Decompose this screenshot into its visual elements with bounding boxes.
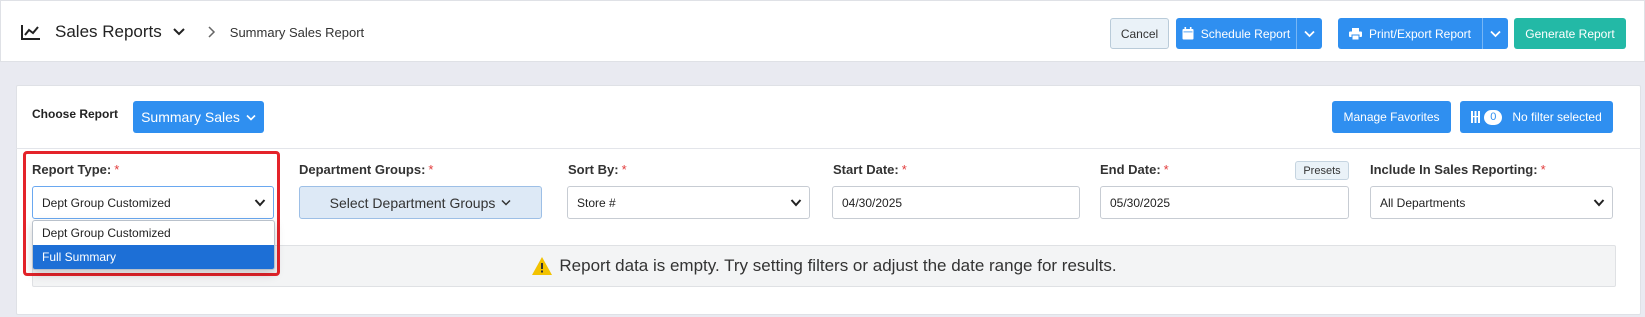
print-export-label: Print/Export Report [1368,26,1472,41]
chevron-down-icon [1593,199,1605,207]
end-date-value: 05/30/2025 [1110,195,1171,210]
filter-count-badge: 0 [1484,109,1503,125]
chevron-down-icon [501,199,511,206]
choose-report-value: Summary Sales [141,109,240,125]
calendar-icon [1182,27,1194,40]
app-title[interactable]: Sales Reports [55,22,162,42]
include-in-sales-value: All Departments [1380,195,1466,210]
schedule-report-label: Schedule Report [1200,26,1291,41]
filter-icon [1471,111,1481,123]
chart-line-icon [21,25,40,40]
breadcrumb-current: Summary Sales Report [229,24,365,40]
empty-report-text: Report data is empty. Try setting filter… [559,256,1117,275]
report-type-dropdown-list: Dept Group Customized Full Summary [32,220,275,270]
schedule-report-button[interactable]: Schedule Report [1176,18,1296,49]
schedule-report-caret[interactable] [1296,18,1322,49]
filter-button[interactable]: 0 No filter selected [1460,101,1613,133]
schedule-report-split-button: Schedule Report [1176,18,1322,49]
filter-status-label: No filter selected [1512,110,1602,124]
generate-report-button[interactable]: Generate Report [1514,18,1626,49]
end-date-input[interactable]: 05/30/2025 [1100,186,1349,219]
department-groups-select[interactable]: Select Department Groups [299,186,542,219]
breadcrumb: Sales Reports Summary Sales Report [21,1,364,63]
dropdown-option-dept-group-customized[interactable]: Dept Group Customized [33,221,274,245]
start-date-label: Start Date: * [833,162,907,177]
chevron-down-icon[interactable] [172,27,186,37]
start-date-value: 04/30/2025 [842,195,903,210]
print-export-split-button: Print/Export Report [1338,18,1508,49]
printer-icon [1348,27,1362,40]
chevron-down-icon [246,114,256,121]
presets-button[interactable]: Presets [1295,161,1349,180]
print-export-button[interactable]: Print/Export Report [1338,18,1482,49]
warning-icon [532,257,553,275]
sort-by-label: Sort By: * [568,162,627,177]
chevron-right-icon [208,26,215,38]
cancel-button[interactable]: Cancel [1110,18,1169,49]
choose-report-dropdown[interactable]: Summary Sales [133,101,264,133]
sort-by-select[interactable]: Store # [567,186,810,219]
end-date-label: End Date: * [1100,162,1169,177]
sort-by-value: Store # [577,195,616,210]
include-in-sales-label: Include In Sales Reporting: * [1370,162,1546,177]
chevron-down-icon [1304,30,1315,37]
manage-favorites-button[interactable]: Manage Favorites [1332,101,1451,133]
chevron-down-icon [790,199,802,207]
print-export-caret[interactable] [1482,18,1508,49]
start-date-input[interactable]: 04/30/2025 [832,186,1080,219]
chevron-down-icon [1490,30,1501,37]
dropdown-option-full-summary[interactable]: Full Summary [33,245,274,269]
department-groups-value: Select Department Groups [329,194,496,211]
department-groups-label: Department Groups: * [299,162,434,177]
divider [16,148,1641,149]
include-in-sales-select[interactable]: All Departments [1370,186,1613,219]
choose-report-label: Choose Report [32,107,119,121]
